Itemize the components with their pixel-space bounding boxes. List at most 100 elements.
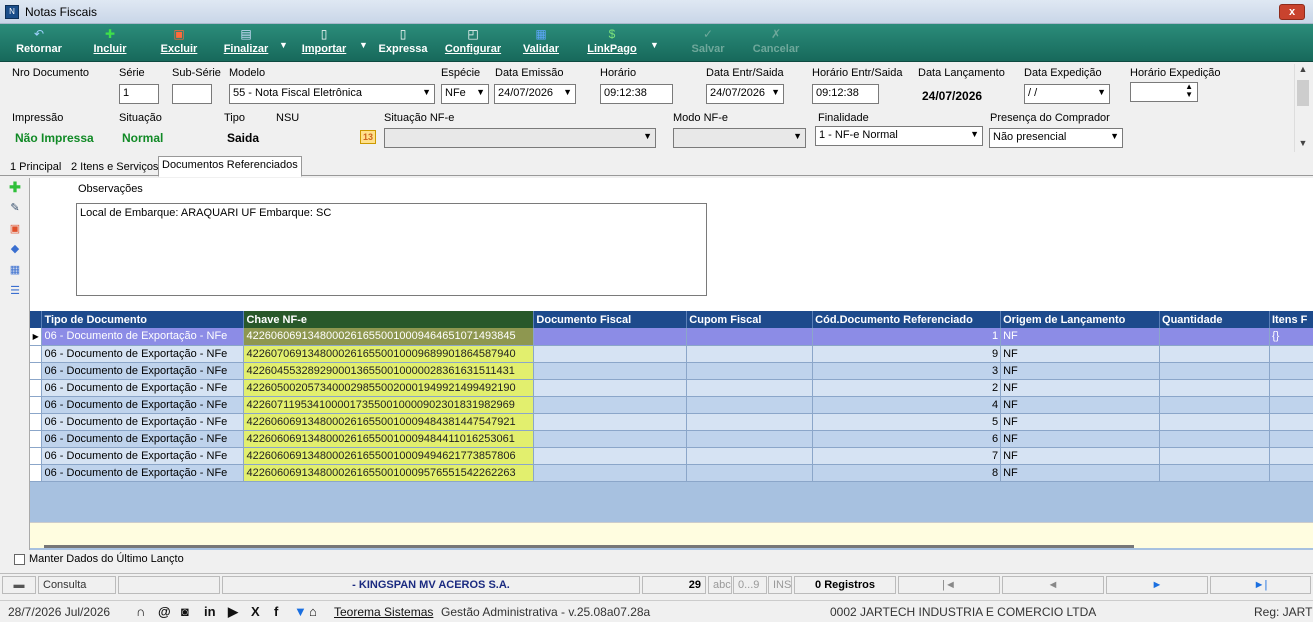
horario-input[interactable]: 09:12:38 xyxy=(600,84,673,104)
table-row[interactable]: 06 - Documento de Exportação - NFe 422606… xyxy=(30,447,1313,465)
table-row[interactable]: 06 - Documento de Exportação - NFe 422606… xyxy=(30,464,1313,482)
row-indicator[interactable] xyxy=(30,447,43,465)
first-record-button[interactable]: |◄ xyxy=(898,576,1000,594)
cell-doc[interactable] xyxy=(533,362,688,380)
last-record-button[interactable]: ►| xyxy=(1210,576,1311,594)
cell-chave[interactable]: 4226050020573400029855002000194992149949… xyxy=(243,379,535,397)
prev-record-button[interactable]: ◄ xyxy=(1002,576,1104,594)
filter-icon[interactable]: ▼ xyxy=(294,604,307,619)
cell-cod[interactable]: 6 xyxy=(812,430,1002,448)
data-exp-picker[interactable]: / / ▼ xyxy=(1024,84,1110,104)
grid-horizontal-scrollbar[interactable] xyxy=(44,545,1134,548)
cell-cod[interactable]: 4 xyxy=(812,396,1002,414)
column-header[interactable]: Cupom Fiscal xyxy=(686,311,814,328)
at-icon[interactable]: @ xyxy=(158,604,171,619)
cell-chave[interactable]: 4226071195341000017355001000090230183198… xyxy=(243,396,535,414)
cell-cod[interactable]: 7 xyxy=(812,447,1002,465)
expressa-button[interactable]: ▯ Expressa xyxy=(376,26,430,60)
finalidade-select[interactable]: 1 - NF-e Normal ▼ xyxy=(815,126,983,146)
cell-chave[interactable]: 4226045532892900013655001000002836163151… xyxy=(243,362,535,380)
cell-qtd[interactable] xyxy=(1159,396,1270,414)
cell-origem[interactable]: NF xyxy=(1000,413,1161,431)
cell-tipo[interactable]: 06 - Documento de Exportação - NFe xyxy=(41,362,245,380)
next-record-button[interactable]: ► xyxy=(1106,576,1208,594)
linkpago-dropdown-icon[interactable]: ▼ xyxy=(650,40,659,50)
cell-doc[interactable] xyxy=(533,396,688,414)
cell-origem[interactable]: NF xyxy=(1000,379,1161,397)
scroll-thumb[interactable] xyxy=(1297,80,1309,106)
cell-qtd[interactable] xyxy=(1159,345,1270,363)
column-header[interactable]: Tipo de Documento xyxy=(41,311,245,328)
instagram-icon[interactable]: ◙ xyxy=(181,604,189,619)
cell-itens[interactable]: {} xyxy=(1269,328,1313,346)
row-indicator[interactable] xyxy=(30,362,43,380)
manter-dados-checkbox[interactable]: Manter Dados do Último Lançto xyxy=(14,553,184,565)
cell-cupom[interactable] xyxy=(686,396,814,414)
situacao-nfe-select[interactable]: ▼ xyxy=(384,128,656,148)
cell-qtd[interactable] xyxy=(1159,464,1270,482)
nsu-icon[interactable]: 13 xyxy=(360,130,376,144)
headset-icon[interactable]: ∩ xyxy=(136,604,145,619)
cell-cupom[interactable] xyxy=(686,447,814,465)
cell-cupom[interactable] xyxy=(686,413,814,431)
subserie-input[interactable] xyxy=(172,84,212,104)
add-icon[interactable]: ✚ xyxy=(8,180,22,194)
row-indicator[interactable] xyxy=(30,396,43,414)
finalizar-dropdown-icon[interactable]: ▼ xyxy=(279,40,288,50)
row-indicator[interactable] xyxy=(30,379,43,397)
cell-cupom[interactable] xyxy=(686,345,814,363)
cell-cupom[interactable] xyxy=(686,328,814,346)
column-header[interactable]: Origem de Lançamento xyxy=(1000,311,1161,328)
cell-origem[interactable]: NF xyxy=(1000,447,1161,465)
cell-doc[interactable] xyxy=(533,413,688,431)
scroll-up-icon[interactable]: ▲ xyxy=(1295,64,1311,78)
incluir-button[interactable]: ✚ Incluir xyxy=(88,26,132,60)
cell-tipo[interactable]: 06 - Documento de Exportação - NFe xyxy=(41,430,245,448)
cell-cupom[interactable] xyxy=(686,379,814,397)
column-header[interactable]: Chave NF-e xyxy=(243,311,535,328)
configurar-button[interactable]: ◰ Configurar xyxy=(442,26,504,60)
cell-chave[interactable]: 4226060691348000261655001000948438144754… xyxy=(243,413,535,431)
keyboard-icon[interactable]: ▬ xyxy=(2,576,36,594)
cell-cod[interactable]: 8 xyxy=(812,464,1002,482)
cell-cupom[interactable] xyxy=(686,430,814,448)
cell-cod[interactable]: 9 xyxy=(812,345,1002,363)
cell-cod[interactable]: 5 xyxy=(812,413,1002,431)
finalizar-button[interactable]: ▤ Finalizar xyxy=(220,26,272,60)
tab-principal[interactable]: 1 Principal xyxy=(6,158,65,176)
table-row[interactable]: 06 - Documento de Exportação - NFe 422604… xyxy=(30,362,1313,380)
row-indicator-icon[interactable]: ▶ xyxy=(30,328,43,346)
cell-cod[interactable]: 1 xyxy=(812,328,1002,346)
column-header[interactable]: Quantidade xyxy=(1159,311,1270,328)
x-icon[interactable]: X xyxy=(251,604,260,619)
cell-origem[interactable]: NF xyxy=(1000,362,1161,380)
cell-itens[interactable] xyxy=(1269,447,1313,465)
cell-itens[interactable] xyxy=(1269,430,1313,448)
especie-select[interactable]: NFe ▼ xyxy=(441,84,489,104)
modelo-select[interactable]: 55 - Nota Fiscal Eletrônica ▼ xyxy=(229,84,435,104)
cell-doc[interactable] xyxy=(533,430,688,448)
horario-entr-input[interactable]: 09:12:38 xyxy=(812,84,879,104)
cell-doc[interactable] xyxy=(533,379,688,397)
form-scrollbar[interactable]: ▲ ▼ xyxy=(1294,64,1310,152)
row-indicator[interactable] xyxy=(30,345,43,363)
cell-itens[interactable] xyxy=(1269,396,1313,414)
serie-input[interactable]: 1 xyxy=(119,84,159,104)
row-indicator[interactable] xyxy=(30,413,43,431)
salvar-button[interactable]: ✓ Salvar xyxy=(688,26,728,60)
tab-documentos-referenciados[interactable]: Documentos Referenciados xyxy=(158,156,302,177)
cell-doc[interactable] xyxy=(533,447,688,465)
cell-tipo[interactable]: 06 - Documento de Exportação - NFe xyxy=(41,413,245,431)
cell-itens[interactable] xyxy=(1269,379,1313,397)
horario-exp-spinner[interactable]: ▲ ▼ xyxy=(1130,82,1198,102)
cell-itens[interactable] xyxy=(1269,413,1313,431)
tab-itens-servicos[interactable]: 2 Itens e Serviços xyxy=(67,158,162,176)
cell-cod[interactable]: 2 xyxy=(812,379,1002,397)
excluir-button[interactable]: ▣ Excluir xyxy=(158,26,200,60)
cell-doc[interactable] xyxy=(533,328,688,346)
cell-doc[interactable] xyxy=(533,345,688,363)
spinner-icon[interactable]: ▲ ▼ xyxy=(1185,83,1193,99)
table-row[interactable]: 06 - Documento de Exportação - NFe 422607… xyxy=(30,345,1313,363)
list-icon[interactable]: ☰ xyxy=(8,284,22,298)
cell-cod[interactable]: 3 xyxy=(812,362,1002,380)
